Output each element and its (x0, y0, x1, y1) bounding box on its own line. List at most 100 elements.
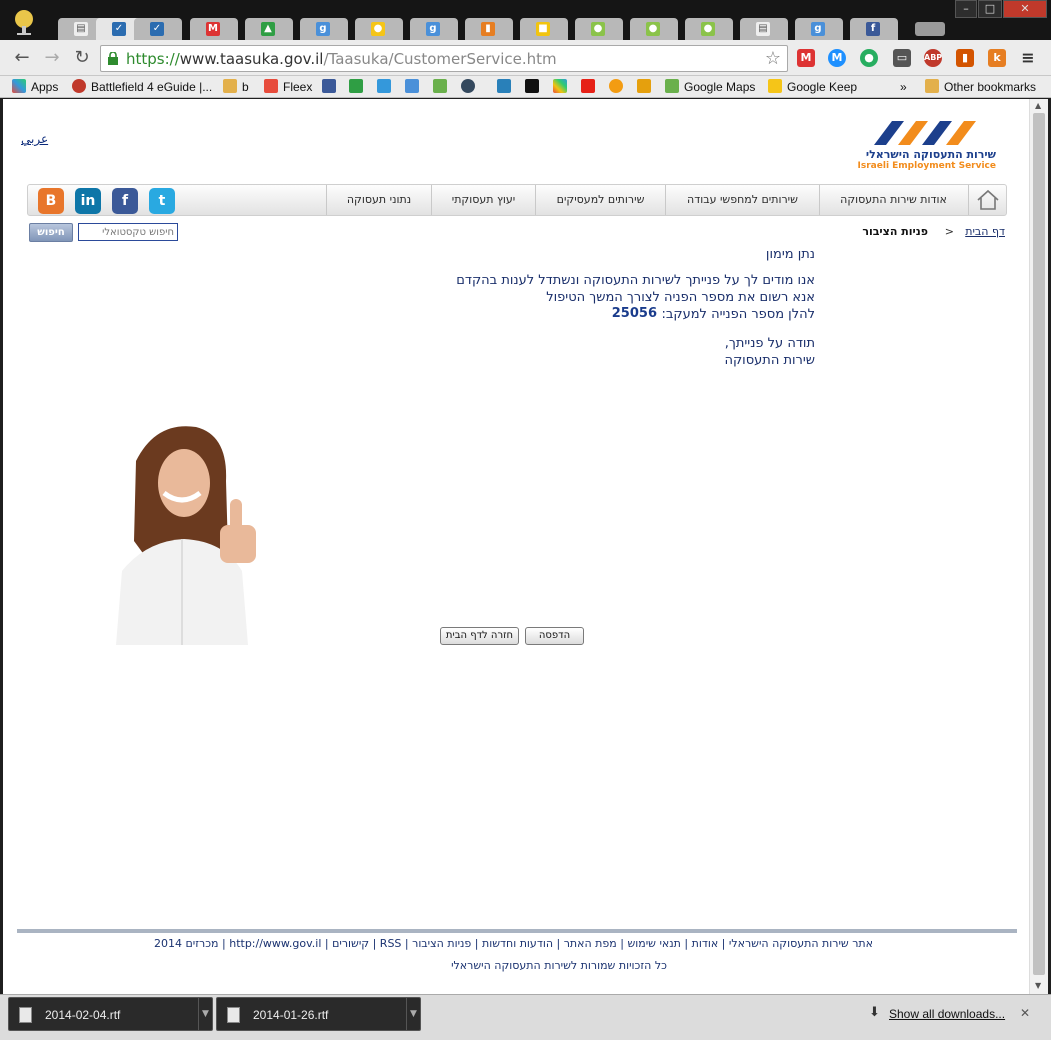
tab[interactable]: M (190, 18, 238, 40)
bookmark-translate[interactable] (405, 79, 424, 95)
download-item[interactable]: 2014-01-26.rtf ▼ (216, 997, 421, 1031)
chevron-down-icon[interactable]: ▼ (406, 998, 420, 1030)
nav-about[interactable]: אודות שירות התעסוקה (819, 185, 967, 215)
download-item[interactable]: 2014-02-04.rtf ▼ (8, 997, 213, 1031)
twitter-icon[interactable]: t (149, 188, 175, 214)
bookmark-google-maps[interactable]: Google Maps (665, 79, 755, 95)
tab[interactable]: ● (685, 18, 733, 40)
tab[interactable]: ▮ (465, 18, 513, 40)
logo-mark-icon (874, 121, 976, 145)
bookmark-fleex[interactable]: Fleex (264, 79, 312, 95)
bookmark-google-keep[interactable]: Google Keep (768, 79, 857, 95)
site-logo[interactable]: שירות התעסוקה הישראלי Israeli Employment… (856, 117, 998, 177)
download-filename: 2014-01-26.rtf (253, 1008, 329, 1022)
minimize-button[interactable]: – (955, 0, 977, 18)
vertical-scrollbar[interactable]: ▲ ▼ (1029, 99, 1048, 994)
extension-icon[interactable]: M (828, 49, 846, 67)
extension-icon[interactable]: ▮ (956, 49, 974, 67)
download-arrow-icon: ⬇ (869, 1005, 880, 1020)
tab[interactable]: ✓ (134, 18, 182, 40)
blogger-icon[interactable]: B (38, 188, 64, 214)
address-bar[interactable]: https://www.taasuka.gov.il/Taasuka/Custo… (100, 45, 788, 72)
nav-career-counseling[interactable]: יעוץ תעסוקתי (431, 185, 535, 215)
tab[interactable]: g (795, 18, 843, 40)
tab[interactable]: ● (355, 18, 403, 40)
footer-links[interactable]: אתר שירות התעסוקה הישראלי | אודות | תנאי… (154, 937, 873, 950)
check-icon: ✓ (112, 22, 126, 36)
person-illustration-icon (116, 421, 274, 645)
menu-icon[interactable]: ≡ (1019, 49, 1037, 67)
extension-k-icon[interactable]: k (988, 49, 1006, 67)
check-icon: ✓ (150, 22, 164, 36)
music-icon (609, 79, 623, 93)
linkedin-icon[interactable]: in (75, 188, 101, 214)
arabic-language-link[interactable]: عربي (21, 132, 48, 146)
page-viewport: عربي שירות התעסוקה הישראלי Israeli Emplo… (3, 99, 1029, 994)
adblock-icon[interactable]: ABP (924, 49, 942, 67)
ticket-number: 25056 (611, 306, 657, 321)
reload-icon[interactable]: ↻ (70, 46, 94, 70)
chevron-down-icon[interactable]: ▼ (198, 998, 212, 1030)
bookmark-star-icon[interactable]: ☆ (765, 48, 781, 69)
tab[interactable]: ▤ (740, 18, 788, 40)
forward-icon[interactable]: → (40, 46, 64, 70)
bookmark-facebook[interactable] (322, 79, 341, 95)
maximize-button[interactable]: □ (978, 0, 1002, 18)
nav-jobseeker-services[interactable]: שירותים למחפשי עבודה (665, 185, 819, 215)
tab[interactable]: f (850, 18, 898, 40)
nav-employer-services[interactable]: שירותים למעסיקים (535, 185, 665, 215)
bookmark-plex[interactable] (637, 79, 656, 95)
bookmarks-bar: Apps Battlefield 4 eGuide |... b Fleex G… (0, 76, 1051, 98)
download-filename: 2014-02-04.rtf (45, 1008, 121, 1022)
url-path: /Taasuka/CustomerService.htm (323, 50, 557, 68)
print-button[interactable]: הדפסה (525, 627, 584, 645)
bookmark-battlefield[interactable]: Battlefield 4 eGuide |... (72, 79, 212, 95)
gmail-extension-icon[interactable]: M (797, 49, 815, 67)
chart-icon: ▮ (481, 22, 495, 36)
bookmark-drive[interactable] (349, 79, 368, 95)
maps-icon (665, 79, 679, 93)
bookmark-photos[interactable] (553, 79, 572, 95)
bookmark-folder-b[interactable]: b (223, 79, 249, 95)
browser-logo-icon (15, 10, 33, 35)
back-icon[interactable]: ← (10, 46, 34, 70)
bookmarks-overflow-button[interactable]: » (900, 79, 907, 95)
show-all-downloads-link[interactable]: Show all downloads... (889, 1007, 1005, 1021)
nav-employment-data[interactable]: נתוני תעסוקה (326, 185, 431, 215)
bookmark-other[interactable]: Other bookmarks (925, 79, 1036, 95)
close-download-bar-icon[interactable]: ✕ (1020, 1006, 1030, 1020)
browser-window: ▤ ✓ ✓ M ▲ g ● g ▮ ■ ● ● ● ▤ g f – □ ✕ ← … (0, 0, 1051, 1040)
bookmark-j[interactable] (461, 79, 480, 95)
close-window-button[interactable]: ✕ (1003, 0, 1047, 18)
bookmark-maps[interactable] (433, 79, 452, 95)
new-tab-button[interactable] (915, 22, 945, 36)
bookmark-label: Apps (31, 80, 59, 94)
tab[interactable]: ■ (520, 18, 568, 40)
folder-icon (925, 79, 939, 93)
bookmark-chat[interactable] (497, 79, 516, 95)
leaf-icon: ● (701, 22, 715, 36)
search-input[interactable] (78, 223, 178, 241)
tab[interactable]: g (300, 18, 348, 40)
bookmark-music[interactable] (609, 79, 628, 95)
tab[interactable]: g (410, 18, 458, 40)
tab[interactable]: ● (630, 18, 678, 40)
instruction-line: אנא רשום את מספר הפניה לצורך המשך הטיפול (546, 290, 815, 305)
home-icon[interactable] (968, 185, 1006, 215)
bookmark-9[interactable] (377, 79, 396, 95)
download-bar: 2014-02-04.rtf ▼ 2014-01-26.rtf ▼ ⬇ Show… (0, 994, 1051, 1040)
facebook-icon[interactable]: f (112, 188, 138, 214)
search-button[interactable]: חיפוש (29, 223, 73, 242)
tab[interactable]: ● (575, 18, 623, 40)
back-home-button[interactable]: חזרה לדף הבית (440, 627, 519, 645)
cast-icon[interactable]: ▭ (893, 49, 911, 67)
bookmark-i[interactable] (525, 79, 544, 95)
scrollbar-thumb[interactable] (1033, 113, 1045, 975)
bookmark-youtube[interactable] (581, 79, 600, 95)
breadcrumb-home[interactable]: דף הבית (965, 225, 1005, 238)
tab[interactable]: ▲ (245, 18, 293, 40)
scroll-down-icon[interactable]: ▼ (1035, 981, 1041, 990)
evernote-icon[interactable]: ● (860, 49, 878, 67)
bookmark-apps[interactable]: Apps (12, 79, 58, 95)
scroll-up-icon[interactable]: ▲ (1035, 101, 1041, 110)
